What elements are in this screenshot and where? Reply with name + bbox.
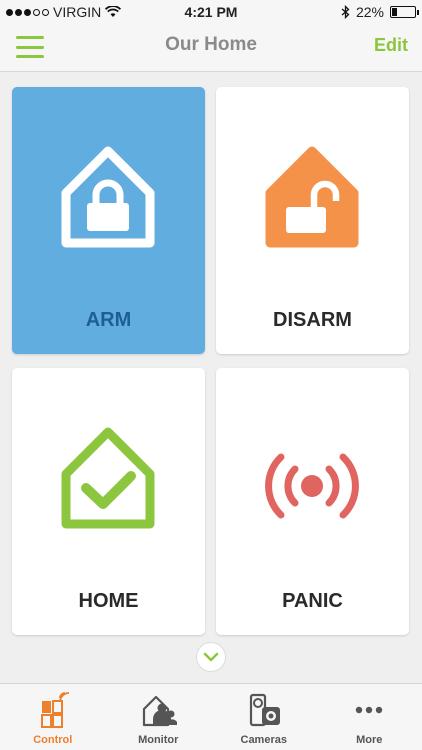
tab-bar: Control Monitor Cameras More [0,683,422,750]
battery-percent: 22% [355,4,384,20]
tab-more-label: More [356,734,383,746]
tab-more[interactable]: More [317,684,422,750]
cameras-icon [249,693,280,727]
more-icon [356,706,383,714]
tab-monitor-label: Monitor [138,734,179,746]
tab-cameras[interactable]: Cameras [211,684,317,750]
house-lock-icon [61,146,155,248]
arm-tile[interactable]: ARM [12,87,205,354]
home-tile[interactable]: HOME [12,368,205,635]
tab-control[interactable]: Control [0,684,106,750]
house-unlock-icon [265,146,359,248]
panic-tile[interactable]: PANIC [216,368,409,635]
control-icon [40,692,69,728]
disarm-label: DISARM [273,309,352,331]
home-label: HOME [78,590,139,612]
monitor-icon [143,695,178,727]
nav-bar: Our Home Edit [0,24,422,72]
page-title: Our Home [165,34,257,55]
panic-label: PANIC [282,590,343,612]
battery-icon [390,6,419,18]
edit-button[interactable]: Edit [374,35,408,56]
chevron-down-icon [203,652,219,662]
arm-label: ARM [85,309,132,331]
status-bar: VIRGIN 4:21 PM 22% [0,0,422,24]
tab-control-label: Control [33,734,73,746]
tab-cameras-label: Cameras [240,734,287,746]
disarm-tile[interactable]: DISARM [216,87,409,354]
scroll-down-button[interactable] [196,642,226,672]
tab-monitor[interactable]: Monitor [106,684,212,750]
house-check-icon [61,427,155,529]
status-right: 22% [341,4,419,20]
bluetooth-icon [341,5,350,19]
alarm-signal-icon [265,453,359,519]
